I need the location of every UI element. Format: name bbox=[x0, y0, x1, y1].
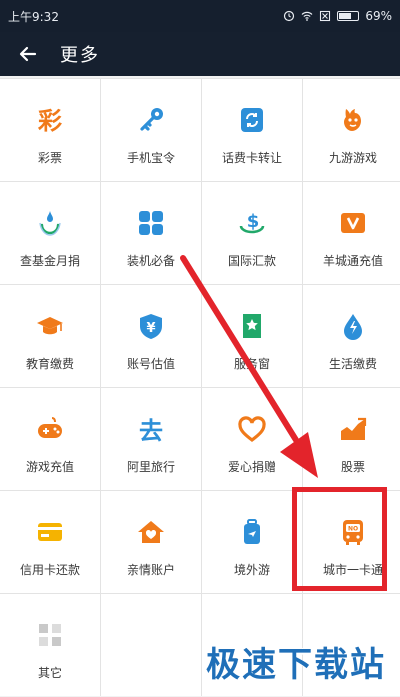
grid-item-partial-service[interactable]: 服务窗 bbox=[202, 285, 302, 387]
house-heart-icon bbox=[134, 515, 168, 549]
status-icons: 69% bbox=[283, 9, 392, 23]
travel-go-icon: 去 bbox=[134, 412, 168, 446]
grid-item-stocks[interactable]: 股票 bbox=[303, 388, 400, 490]
grid-item-label: 境外游 bbox=[233, 563, 270, 577]
currency-exchange-icon: $ bbox=[235, 206, 269, 240]
grid-item-credit-card-repay[interactable]: 信用卡还款 bbox=[0, 491, 100, 593]
grid-item-label: 服务窗 bbox=[233, 357, 270, 371]
water-drop-icon bbox=[336, 309, 370, 343]
grid-item-international-remit[interactable]: $ 国际汇款 bbox=[202, 182, 302, 284]
more-grid-icon bbox=[33, 618, 67, 652]
grid-item-education-fee[interactable]: 教育缴费 bbox=[0, 285, 100, 387]
grid-item-phone-token[interactable]: 手机宝令 bbox=[101, 79, 201, 181]
grid-item-others[interactable]: 其它 bbox=[0, 594, 100, 696]
grid-item-label: 话费卡转让 bbox=[221, 151, 282, 165]
grid-item-recharge-card-transfer[interactable]: 话费卡转让 bbox=[202, 79, 302, 181]
grid-item-label: 手机宝令 bbox=[126, 151, 175, 165]
highlight-box bbox=[292, 487, 387, 591]
arrow-left-icon bbox=[19, 46, 37, 62]
grid-item-ali-travel[interactable]: 去 阿里旅行 bbox=[101, 388, 201, 490]
lottery-icon: 彩 bbox=[33, 103, 67, 137]
star-bookmark-icon bbox=[235, 309, 269, 343]
grid-empty-cell bbox=[101, 594, 201, 696]
grid-item-label: 爱心捐赠 bbox=[227, 460, 276, 474]
grid-item-overseas-travel[interactable]: 境外游 bbox=[202, 491, 302, 593]
app-header: 更多 bbox=[0, 32, 400, 76]
grid-item-label: 九游游戏 bbox=[328, 151, 377, 165]
grid-item-check-fund-donation[interactable]: 查基金月捐 bbox=[0, 182, 100, 284]
apps-grid-icon bbox=[134, 206, 168, 240]
svg-text:彩: 彩 bbox=[37, 107, 62, 135]
graduation-cap-icon bbox=[33, 309, 67, 343]
svg-text:$: $ bbox=[247, 211, 260, 232]
grid-item-label: 国际汇款 bbox=[227, 254, 276, 268]
grid-item-label: 羊城通充值 bbox=[322, 254, 383, 268]
page-title: 更多 bbox=[60, 45, 100, 66]
heart-icon bbox=[235, 412, 269, 446]
grid-item-lottery[interactable]: 彩 彩票 bbox=[0, 79, 100, 181]
grid-item-label: 账号估值 bbox=[126, 357, 175, 371]
grid-item-label: 股票 bbox=[340, 460, 365, 474]
gamepad-icon bbox=[33, 412, 67, 446]
watermark-text: 极速下载站 bbox=[206, 645, 386, 685]
refresh-card-icon bbox=[235, 103, 269, 137]
grid-item-label: 装机必备 bbox=[126, 254, 175, 268]
grid-item-label: 阿里旅行 bbox=[126, 460, 175, 474]
key-icon bbox=[134, 103, 168, 137]
grid-item-label: 亲情账户 bbox=[126, 563, 175, 577]
grid-item-label: 查基金月捐 bbox=[19, 254, 80, 268]
grid-item-charity[interactable]: 爱心捐赠 bbox=[202, 388, 302, 490]
grid-item-label: 其它 bbox=[37, 666, 62, 680]
shield-yuan-icon: ¥ bbox=[134, 309, 168, 343]
alarm-icon bbox=[284, 10, 295, 22]
smile-drop-icon bbox=[33, 206, 67, 240]
credit-card-icon bbox=[33, 515, 67, 549]
grid-item-family-account[interactable]: 亲情账户 bbox=[101, 491, 201, 593]
grid-item-nine-games[interactable]: 九游游戏 bbox=[303, 79, 400, 181]
status-bar: 上午9:32 69% bbox=[0, 0, 400, 32]
grid-item-yangcheng-recharge[interactable]: 羊城通充值 bbox=[303, 182, 400, 284]
wifi-icon bbox=[301, 11, 313, 21]
no-sim-icon bbox=[320, 10, 331, 22]
battery-icon bbox=[337, 11, 360, 21]
service-grid: 彩 彩票 手机宝令 话费卡转让 九游游戏 查基金月捐 装机必备 $ 国际汇款 羊… bbox=[0, 78, 400, 696]
game-mascot-icon bbox=[336, 103, 370, 137]
svg-text:去: 去 bbox=[139, 417, 163, 444]
battery-percent: 69% bbox=[365, 9, 392, 23]
status-time: 上午9:32 bbox=[8, 9, 59, 24]
grid-item-label: 信用卡还款 bbox=[19, 563, 80, 577]
grid-item-label: 游戏充值 bbox=[25, 460, 74, 474]
luggage-plane-icon bbox=[235, 515, 269, 549]
back-button[interactable] bbox=[0, 32, 56, 76]
grid-item-account-valuation[interactable]: ¥ 账号估值 bbox=[101, 285, 201, 387]
grid-item-label: 生活缴费 bbox=[328, 357, 377, 371]
grid-item-game-recharge[interactable]: 游戏充值 bbox=[0, 388, 100, 490]
svg-text:¥: ¥ bbox=[146, 321, 155, 336]
grid-item-label: 教育缴费 bbox=[25, 357, 74, 371]
grid-item-label: 彩票 bbox=[37, 151, 62, 165]
grid-item-utility-fee[interactable]: 生活缴费 bbox=[303, 285, 400, 387]
v-card-icon bbox=[336, 206, 370, 240]
stock-chart-icon bbox=[336, 412, 370, 446]
grid-item-must-have-apps[interactable]: 装机必备 bbox=[101, 182, 201, 284]
